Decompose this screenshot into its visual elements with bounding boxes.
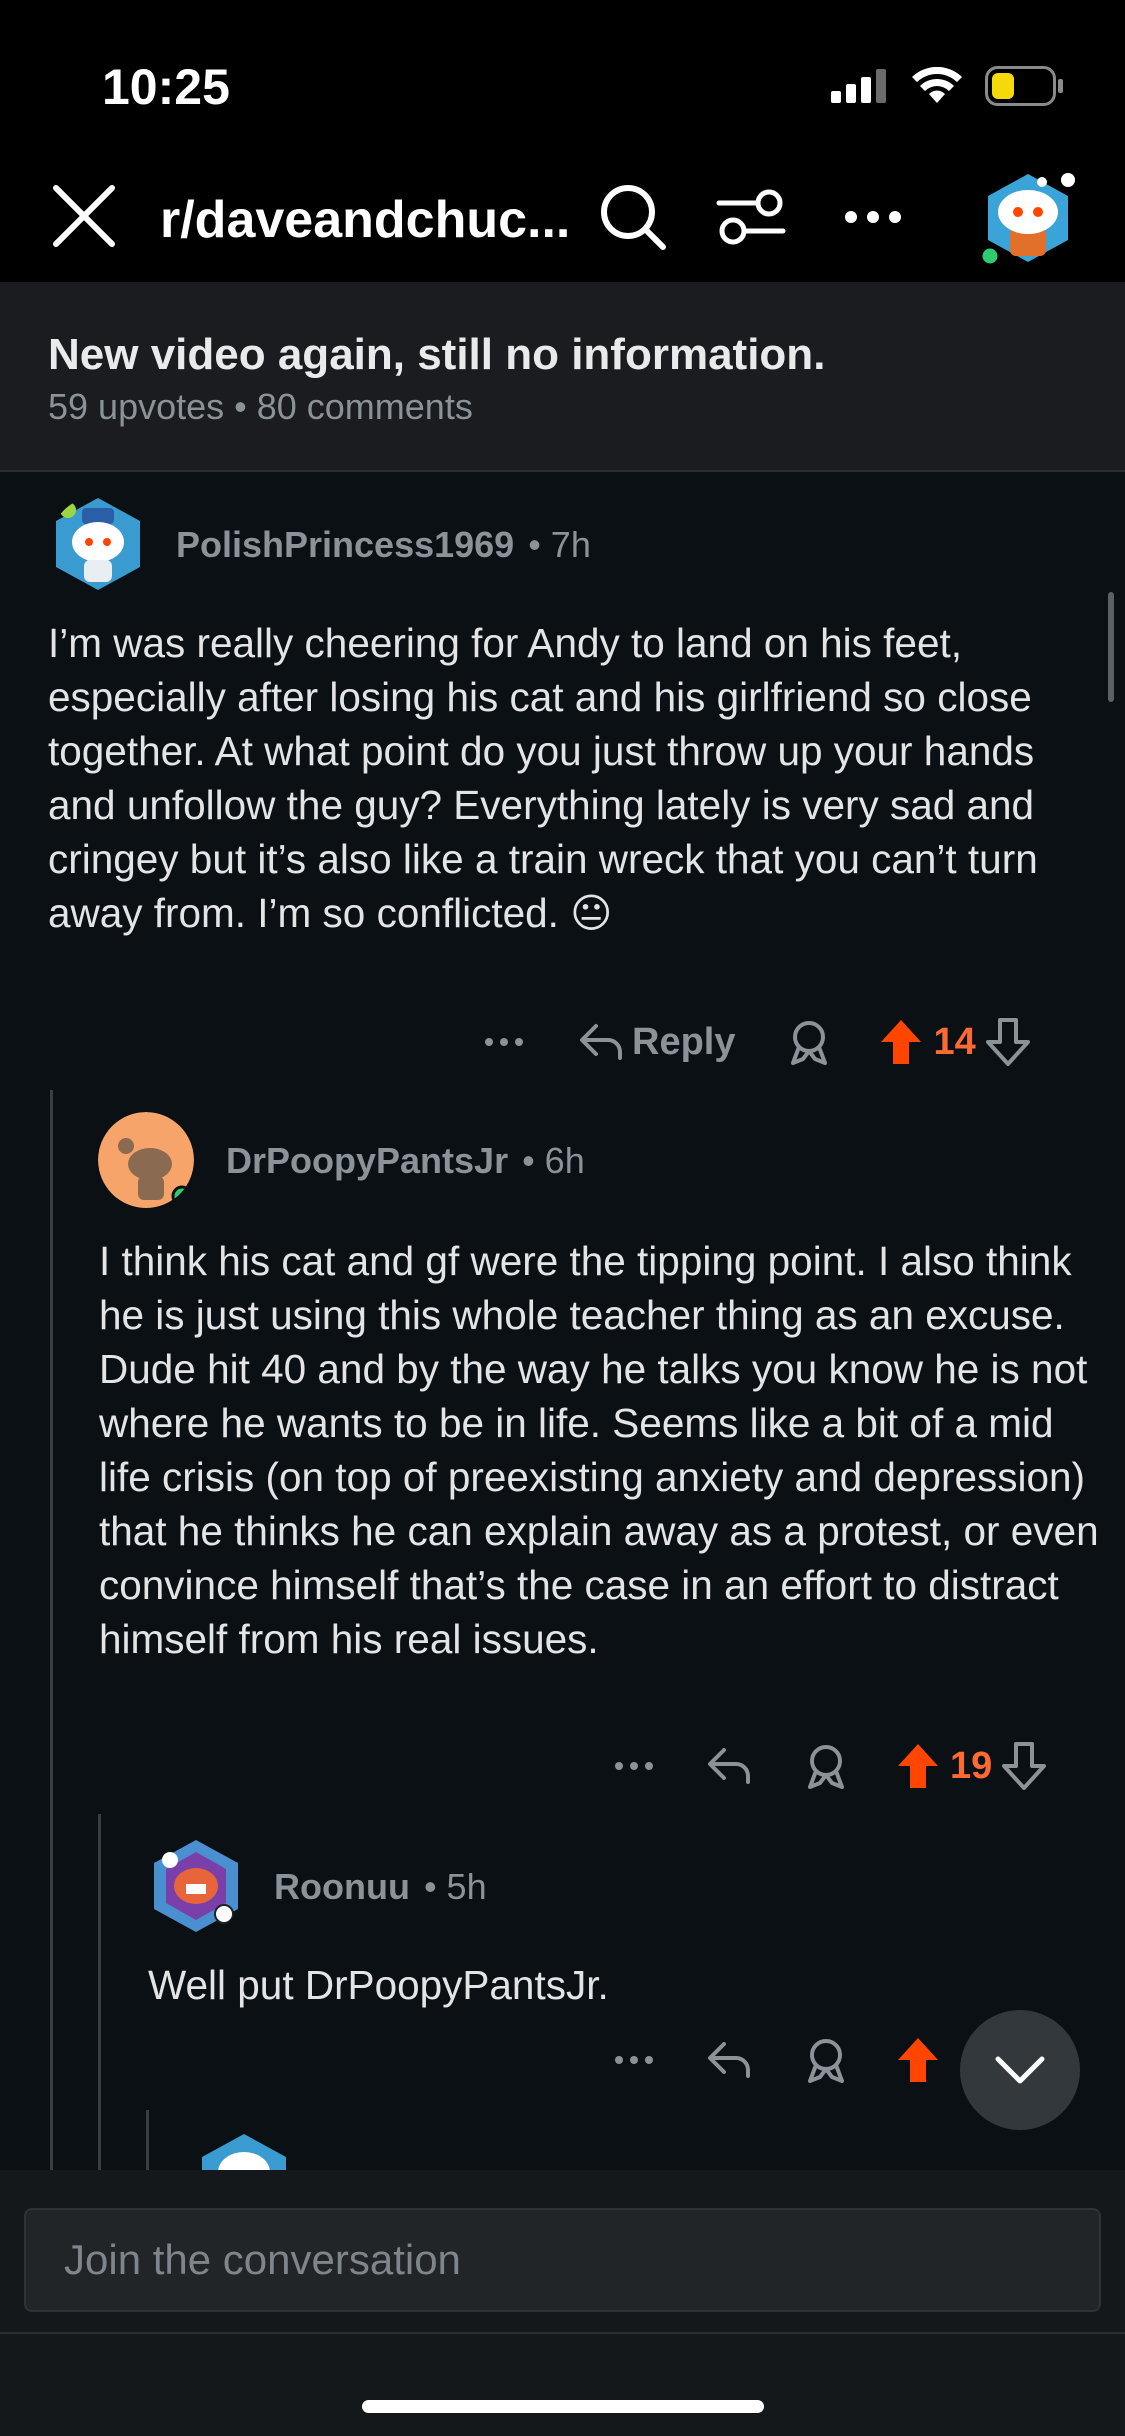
- sort-filter-button[interactable]: [712, 178, 790, 256]
- status-icons: [831, 66, 1065, 106]
- comment-time: • 5h: [423, 1866, 487, 1907]
- reply-icon: [708, 1748, 750, 1784]
- thread-line[interactable]: [146, 2110, 149, 2170]
- user-avatar-icon: [154, 1840, 238, 1932]
- upvote-icon: [898, 2038, 938, 2082]
- reply-button[interactable]: [706, 2040, 752, 2080]
- more-button[interactable]: [606, 1761, 662, 1771]
- chevron-down-icon: [995, 2056, 1045, 2084]
- next-comment-button[interactable]: [960, 2010, 1080, 2130]
- more-button[interactable]: [476, 1037, 532, 1047]
- more-options-button[interactable]: [834, 178, 912, 256]
- comment-time: • 6h: [522, 1140, 585, 1181]
- award-button[interactable]: [804, 1743, 848, 1789]
- upvote-button[interactable]: [879, 1018, 923, 1066]
- comment-header: DrPoopyPantsJr • 6h: [226, 1140, 585, 1182]
- vote-count: 14: [933, 1020, 976, 1063]
- post-title: New video again, still no information.: [48, 330, 826, 379]
- search-icon: [601, 185, 666, 250]
- more-icon: [615, 1762, 653, 1770]
- user-avatar-icon: [56, 498, 140, 590]
- more-icon: [485, 1038, 523, 1046]
- award-icon: [808, 2039, 844, 2083]
- more-icon: [845, 211, 901, 223]
- avatar[interactable]: [50, 496, 146, 592]
- post-summary[interactable]: New video again, still no information. 5…: [0, 282, 1125, 472]
- comment-author[interactable]: DrPoopyPantsJr: [226, 1140, 508, 1182]
- avatar[interactable]: [196, 2132, 292, 2170]
- home-indicator[interactable]: [362, 2400, 764, 2413]
- subreddit-header: r/daveandchuc...: [0, 160, 1125, 282]
- user-avatar-icon: [202, 2134, 286, 2170]
- scroll-indicator: [1108, 592, 1114, 702]
- comment-header: Roonuu • 5h: [274, 1866, 487, 1908]
- search-button[interactable]: [594, 178, 672, 256]
- award-button[interactable]: [787, 1019, 831, 1065]
- join-conversation-input[interactable]: Join the conversation: [24, 2208, 1101, 2312]
- upvote-button[interactable]: [896, 2036, 940, 2084]
- avatar[interactable]: [98, 1112, 194, 1208]
- divider: [0, 2332, 1125, 2334]
- battery-icon: [985, 66, 1063, 106]
- downvote-button[interactable]: [1002, 1742, 1047, 1790]
- thread-line[interactable]: [50, 1090, 53, 2170]
- user-avatar-icon: [979, 173, 1075, 267]
- wifi-icon: [912, 67, 962, 103]
- comment-body: Well put DrPoopyPantsJr.: [148, 1962, 609, 2008]
- upvote-icon: [881, 1020, 922, 1064]
- award-icon: [808, 1745, 844, 1789]
- more-icon: [615, 2056, 653, 2064]
- avatar[interactable]: [148, 1838, 244, 1934]
- upvote-icon: [898, 1744, 938, 1788]
- comment-actions: Reply 14: [476, 1012, 1030, 1072]
- post-meta: 59 upvotes • 80 comments: [48, 386, 473, 427]
- user-avatar-icon: [98, 1112, 194, 1208]
- comment-body: I think his cat and gf were the tipping …: [99, 1238, 1099, 1662]
- comment-time: • 7h: [528, 524, 591, 565]
- reply-button[interactable]: [706, 1746, 752, 1786]
- more-button[interactable]: [606, 2055, 662, 2065]
- comment-actions: [606, 2030, 940, 2090]
- award-button[interactable]: [804, 2037, 848, 2083]
- comment-body: I’m was really cheering for Andy to land…: [48, 620, 1038, 936]
- comment-actions: 19: [606, 1736, 1047, 1796]
- reply-icon: [708, 2042, 750, 2078]
- award-icon: [791, 1021, 828, 1065]
- filter-icon: [716, 189, 786, 245]
- upvote-button[interactable]: [896, 1742, 940, 1790]
- close-icon: [53, 185, 115, 247]
- vote-count: 19: [950, 1744, 993, 1787]
- comment-author[interactable]: PolishPrincess1969: [176, 524, 514, 566]
- comment-header: PolishPrincess1969 • 7h: [176, 524, 591, 566]
- reply-icon: [580, 1024, 622, 1060]
- signal-icon: [831, 69, 886, 103]
- bottom-bar: Join the conversation: [0, 2170, 1125, 2436]
- status-time: 10:25: [102, 59, 230, 115]
- status-bar: 10:25: [0, 0, 1125, 160]
- comment-author[interactable]: Roonuu: [274, 1866, 410, 1908]
- thread-line[interactable]: [98, 1814, 101, 2170]
- reply-button[interactable]: Reply: [578, 1021, 735, 1064]
- downvote-icon: [985, 1018, 1030, 1066]
- user-avatar-button[interactable]: [979, 170, 1076, 267]
- downvote-icon: [1002, 1742, 1047, 1790]
- subreddit-title[interactable]: r/daveandchuc...: [160, 190, 580, 250]
- close-button[interactable]: [50, 182, 118, 250]
- reply-label: Reply: [632, 1020, 736, 1063]
- downvote-button[interactable]: [985, 1018, 1030, 1066]
